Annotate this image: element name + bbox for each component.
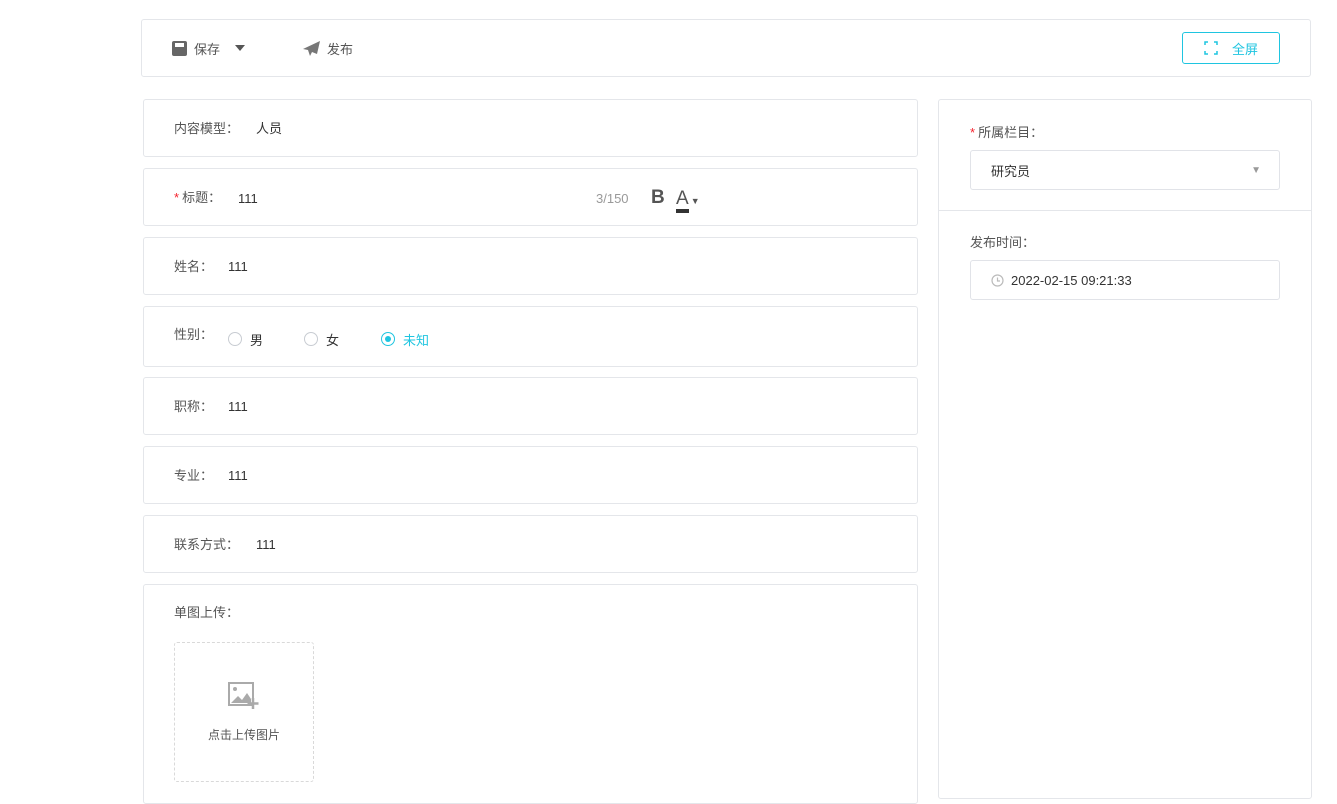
publish-time-picker[interactable]: 2022-02-15 09:21:33 [970, 260, 1280, 300]
title-input[interactable]: 111 [238, 170, 638, 227]
major-label: 专业： [174, 468, 214, 483]
job-title-row: 职称： 111 [143, 377, 918, 435]
job-title-label: 职称： [174, 399, 214, 414]
toolbar: 保存 发布 全屏 [141, 19, 1311, 77]
publish-time-value: 2022-02-15 09:21:33 [1011, 272, 1132, 288]
category-select[interactable]: 研究员 ▼ [970, 150, 1280, 190]
contact-row: 联系方式： 111 [143, 515, 918, 573]
title-label: * 标题： [174, 190, 222, 205]
save-icon [172, 40, 187, 56]
divider [939, 210, 1311, 211]
contact-input[interactable]: 111 [256, 516, 276, 573]
title-row: * 标题： 111 3/150 B A ▼ [143, 168, 918, 226]
upload-text: 点击上传图片 [207, 727, 280, 742]
bold-button[interactable]: B [651, 169, 665, 226]
image-upload-button[interactable]: 点击上传图片 [174, 642, 314, 782]
save-button[interactable]: 保存 [172, 20, 247, 76]
gender-radio-female[interactable]: 女 [304, 307, 339, 371]
add-image-icon [228, 681, 259, 709]
side-panel: * 所属栏目： 研究员 ▼ 发布时间： 2022-02-15 09:21:33 [938, 99, 1312, 799]
fullscreen-icon [1204, 41, 1218, 55]
category-value: 研究员 [991, 163, 1031, 179]
contact-label: 联系方式： [174, 537, 240, 552]
send-icon [303, 40, 320, 56]
text-color-button[interactable]: A ▼ [676, 170, 700, 230]
fullscreen-button[interactable]: 全屏 [1182, 32, 1280, 64]
save-label: 保存 [194, 41, 221, 57]
category-label: * 所属栏目： [970, 125, 1044, 140]
image-upload-row: 单图上传： 点击上传图片 [143, 584, 918, 804]
image-upload-label: 单图上传： [174, 605, 240, 620]
content-model-value: 人员 [256, 121, 283, 136]
gender-row: 性别： 男 女 未知 [143, 306, 918, 367]
title-char-count: 3/150 [596, 191, 629, 206]
name-input[interactable]: 111 [228, 238, 248, 295]
major-row: 专业： 111 [143, 446, 918, 504]
publish-button[interactable]: 发布 [303, 20, 353, 76]
clock-icon [991, 273, 1004, 287]
content-model-row: 内容模型： 人员 [143, 99, 918, 157]
publish-label: 发布 [327, 41, 354, 57]
gender-label: 性别： [174, 327, 214, 342]
caret-down-icon: ▼ [690, 196, 700, 206]
gender-radio-male[interactable]: 男 [228, 307, 263, 371]
job-title-input[interactable]: 111 [228, 378, 248, 435]
chevron-down-icon[interactable] [233, 44, 247, 52]
name-row: 姓名： 111 [143, 237, 918, 295]
fullscreen-label: 全屏 [1231, 41, 1258, 57]
major-input[interactable]: 111 [228, 447, 248, 504]
publish-time-label: 发布时间： [970, 235, 1036, 250]
content-model-label: 内容模型： [174, 121, 240, 136]
gender-radio-unknown[interactable]: 未知 [381, 307, 429, 371]
chevron-down-icon: ▼ [1251, 164, 1261, 176]
name-label: 姓名： [174, 259, 214, 274]
